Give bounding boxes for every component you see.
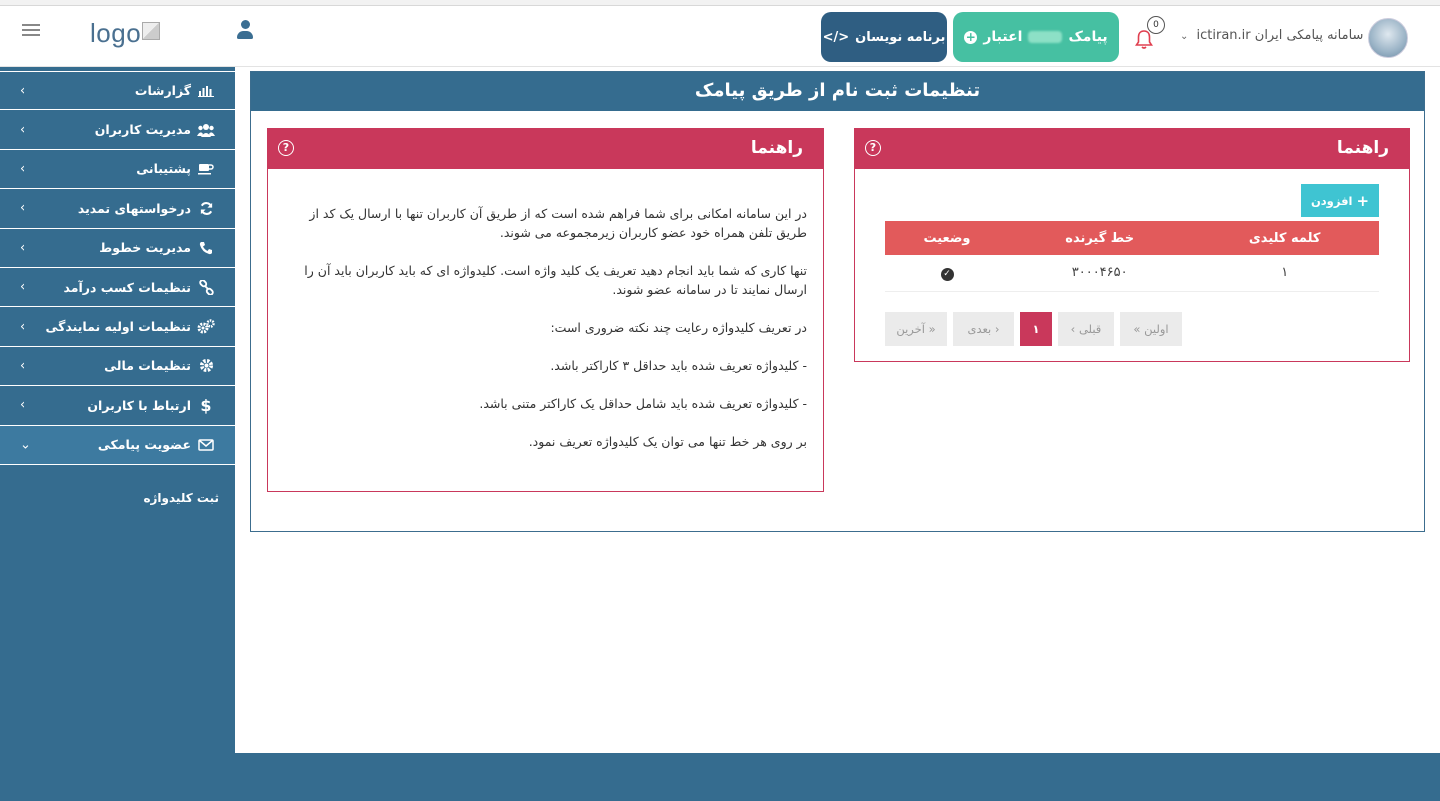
credit-amount-blurred: [1028, 31, 1063, 43]
chevron-left-icon: ‹: [20, 397, 26, 413]
logo[interactable]: logo: [90, 18, 161, 49]
gears-icon: [197, 319, 215, 334]
sidebar-item-label: پشتیبانی: [136, 161, 191, 177]
chevron-left-icon: ‹: [20, 240, 26, 256]
help-paragraph: در تعریف کلیدواژه رعایت چند نکته ضروری ا…: [550, 320, 807, 335]
credit-button[interactable]: + اعتبار پیامک: [953, 12, 1119, 62]
user-icon[interactable]: [236, 20, 254, 40]
help-paragraph: - کلیدواژه تعریف شده باید شامل حداقل یک …: [479, 396, 807, 411]
keywords-card: راهنما ? افزودن + کلمه کلیدی خط گیرنده و…: [854, 128, 1410, 362]
top-header: logo </> برنامه نویسان + اعتبار پیامک 0 …: [0, 6, 1440, 67]
chevron-left-icon: ‹: [20, 279, 26, 295]
link-icon: [197, 279, 215, 295]
hamburger-menu-icon[interactable]: [22, 24, 40, 38]
sidebar-item-label: مدیریت کاربران: [94, 122, 191, 138]
site-name-label: سامانه پیامکی ایران ictiran.ir: [1196, 28, 1364, 43]
chevron-left-icon: ‹: [20, 122, 26, 138]
sidebar-item-income-settings[interactable]: ‹ تنظیمات کسب درآمد: [0, 268, 235, 308]
sidebar-item-label: ارتباط با کاربران: [87, 397, 191, 413]
question-icon[interactable]: ?: [278, 140, 294, 156]
notification-count-badge: 0: [1147, 16, 1165, 34]
page-title: تنظیمات ثبت نام از طریق پیامک: [251, 72, 1424, 111]
add-button[interactable]: افزودن +: [1301, 184, 1379, 217]
plus-icon: +: [1356, 191, 1370, 210]
sidebar-item-label: درخواستهای تمدید: [77, 200, 191, 216]
column-header: کلمه کلیدی: [1190, 221, 1379, 255]
help-text: در این سامانه امکانی برای شما فراهم شده …: [277, 204, 807, 470]
line-cell: ۳۰۰۰۴۶۵۰: [1009, 255, 1191, 292]
sidebar-item-label: تنظیمات مالی: [104, 358, 191, 374]
keyword-cell: ۱: [1190, 255, 1379, 292]
developers-button-label: برنامه نویسان: [855, 29, 946, 45]
coffee-icon: [197, 162, 215, 176]
question-icon[interactable]: ?: [865, 140, 881, 156]
sidebar-item-renewal-requests[interactable]: ‹ درخواستهای تمدید: [0, 189, 235, 229]
envelope-icon: [197, 438, 215, 452]
chevron-left-icon: ‹: [20, 83, 26, 99]
pager-current-page[interactable]: ۱: [1020, 312, 1052, 346]
sidebar-item-label: گزارشات: [134, 83, 191, 99]
sidebar-item-label: مدیریت خطوط: [99, 240, 191, 256]
avatar[interactable]: [1368, 18, 1408, 58]
help-paragraph: بر روی هر خط تنها می توان یک کلیدواژه تع…: [528, 434, 807, 449]
bar-chart-icon: [197, 84, 215, 98]
dollar-icon: $: [200, 395, 212, 415]
pagination: آخرین » بعدی › ۱ ‹ قبلی « اولین: [885, 312, 1182, 346]
pager-first[interactable]: « اولین: [1120, 312, 1182, 346]
help-card: راهنما ? در این سامانه امکانی برای شما ف…: [267, 128, 824, 492]
status-cell: ✓: [885, 255, 1009, 292]
credit-label: اعتبار: [983, 29, 1023, 45]
sidebar-item-reports[interactable]: ‹ گزارشات: [0, 71, 235, 111]
users-icon: [197, 123, 215, 137]
pager-last[interactable]: آخرین »: [885, 312, 947, 346]
sidebar-item-label: تنظیمات کسب درآمد: [63, 279, 192, 295]
sidebar-item-sms-membership[interactable]: ⌄ عضویت پیامکی: [0, 425, 235, 465]
card-header: راهنما ?: [268, 129, 823, 169]
footer-bar: [235, 753, 1440, 801]
sidebar-item-support[interactable]: ‹ پشتیبانی: [0, 150, 235, 190]
chevron-left-icon: ‹: [20, 358, 26, 374]
chevron-down-icon: ⌄: [1180, 31, 1189, 42]
add-button-label: افزودن: [1310, 193, 1353, 208]
gear-icon: [197, 359, 215, 373]
refresh-icon: [197, 201, 215, 215]
keywords-table: کلمه کلیدی خط گیرنده وضعیت ۱ ۳۰۰۰۴۶۵۰ ✓: [885, 221, 1379, 292]
code-icon: </>: [822, 29, 850, 45]
help-paragraph: در این سامانه امکانی برای شما فراهم شده …: [309, 206, 807, 240]
site-name-dropdown[interactable]: سامانه پیامکی ایران ictiran.ir ⌄: [1180, 28, 1363, 43]
sidebar: ‹ گزارشات ‹ مدیریت کاربران ‹ پشتیبانی ‹ …: [0, 67, 235, 801]
table-row: ۱ ۳۰۰۰۴۶۵۰ ✓: [885, 255, 1379, 292]
chevron-left-icon: ‹: [20, 319, 26, 335]
sidebar-item-label: عضویت پیامکی: [97, 437, 191, 453]
phone-icon: [197, 241, 215, 255]
main-panel: تنظیمات ثبت نام از طریق پیامک راهنما ? ا…: [250, 71, 1425, 532]
sidebar-item-financial-settings[interactable]: ‹ تنظیمات مالی: [0, 347, 235, 387]
pager-prev[interactable]: ‹ قبلی: [1058, 312, 1114, 346]
chevron-down-icon: ⌄: [20, 437, 31, 453]
sidebar-item-agency-settings[interactable]: ‹ تنظیمات اولیه نمایندگی: [0, 307, 235, 347]
sidebar-item-user-management[interactable]: ‹ مدیریت کاربران: [0, 110, 235, 150]
column-header: خط گیرنده: [1009, 221, 1191, 255]
chevron-left-icon: ‹: [20, 200, 26, 216]
pager-next[interactable]: بعدی ›: [953, 312, 1014, 346]
card-title: راهنما: [750, 138, 803, 158]
column-header: وضعیت: [885, 221, 1009, 255]
sidebar-item-user-communication[interactable]: ‹ ارتباط با کاربران $: [0, 386, 235, 426]
broken-image-icon: [142, 22, 161, 40]
sidebar-subitem-register-keyword[interactable]: ثبت کلیدواژه: [143, 491, 219, 505]
sidebar-item-label: تنظیمات اولیه نمایندگی: [45, 319, 191, 335]
developers-button[interactable]: </> برنامه نویسان: [821, 12, 947, 62]
plus-circle-icon: +: [964, 29, 978, 44]
help-paragraph: تنها کاری که شما باید انجام دهید تعریف ی…: [304, 263, 807, 297]
card-title: راهنما: [1336, 138, 1389, 158]
help-paragraph: - کلیدواژه تعریف شده باید حداقل ۳ کاراکت…: [550, 358, 807, 373]
chevron-left-icon: ‹: [20, 161, 26, 177]
card-header: راهنما ?: [855, 129, 1409, 169]
credit-unit: پیامک: [1068, 29, 1108, 45]
sidebar-item-line-management[interactable]: ‹ مدیریت خطوط: [0, 229, 235, 268]
check-circle-icon[interactable]: ✓: [940, 267, 954, 281]
logo-text: logo: [90, 18, 142, 48]
